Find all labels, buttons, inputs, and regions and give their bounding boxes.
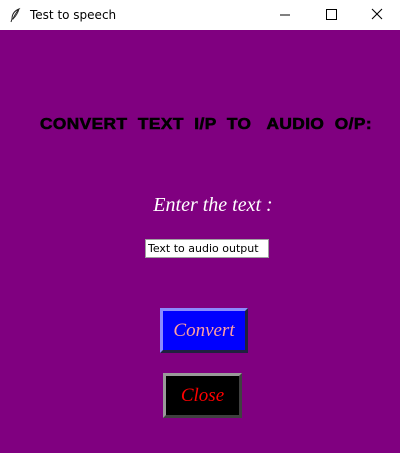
close-window-button[interactable] <box>354 0 400 30</box>
text-input[interactable] <box>145 239 269 258</box>
text-prompt-label: Enter the text : <box>153 194 273 216</box>
close-icon <box>371 8 383 20</box>
main-panel: CONVERT TEXT I/P TO AUDIO O/P: Enter the… <box>0 30 400 453</box>
maximize-button[interactable] <box>308 0 354 30</box>
close-button[interactable]: Close <box>163 373 242 418</box>
minimize-button[interactable] <box>262 0 308 30</box>
minimize-icon <box>280 14 290 16</box>
window-title: Test to speech <box>30 8 117 22</box>
convert-button[interactable]: Convert <box>160 308 248 353</box>
maximize-icon <box>326 9 337 20</box>
title-bar: Test to speech <box>0 0 400 30</box>
feather-icon <box>8 7 24 23</box>
page-heading: CONVERT TEXT I/P TO AUDIO O/P: <box>39 116 373 134</box>
